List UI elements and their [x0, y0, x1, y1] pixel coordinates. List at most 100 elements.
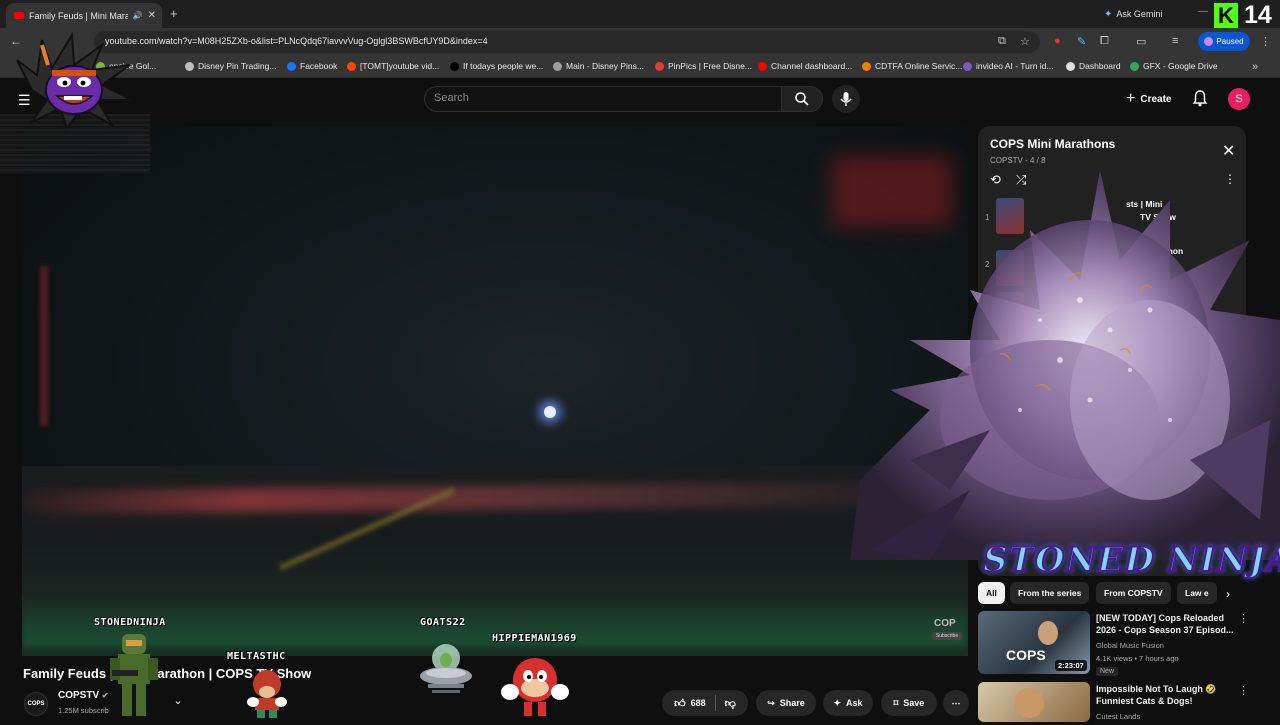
thumbs-down-icon[interactable]: 👎︎	[725, 697, 736, 710]
sprite-name: STONEDNINJA	[94, 617, 166, 628]
youtube-favicon-icon	[14, 12, 24, 19]
bookmark-favicon-icon	[963, 61, 972, 71]
new-badge: New	[1096, 667, 1119, 676]
playlist-close-icon[interactable]: ✕	[1222, 141, 1235, 161]
bookmark-item[interactable]: invideo AI - Turn id...	[963, 61, 1053, 71]
bookmark-favicon-icon	[450, 61, 459, 71]
cannabis-bud-overlay	[850, 160, 1280, 565]
media-controls-icon[interactable]: ≡	[1172, 35, 1178, 47]
browser-menu-icon[interactable]: ⋮	[1260, 35, 1271, 48]
knuckles-sprite	[245, 664, 289, 725]
voice-search-button[interactable]	[832, 85, 860, 113]
chevron-down-icon[interactable]: ⌄	[168, 694, 188, 712]
ask-gemini-button[interactable]: ✦ Ask Gemini	[1104, 6, 1162, 22]
notifications-bell-icon[interactable]	[1192, 89, 1208, 112]
browser-tab-active[interactable]: Family Feuds | Mini Marath 🔊 ✕	[6, 3, 162, 28]
recommendation-chips: All From the series From COPSTV Law e	[978, 582, 1242, 604]
sprite-name: GOATS22	[420, 617, 466, 628]
bookmark-label: invideo AI - Turn id...	[976, 61, 1054, 71]
extensions-puzzle-icon[interactable]: ⧠	[1100, 35, 1109, 48]
bookmark-item[interactable]: PinPics | Free Disne...	[655, 61, 752, 71]
share-icon: ↪	[767, 697, 775, 708]
video-player[interactable]: COP Subscribe	[22, 126, 968, 656]
tab-title: Family Feuds | Mini Marath	[29, 10, 128, 21]
chip-from-copstv[interactable]: From COPSTV	[1096, 582, 1171, 604]
like-button[interactable]: 👍︎ 688	[674, 697, 706, 710]
recommendation-more-icon[interactable]: ⋮	[1238, 684, 1249, 697]
chevron-right-icon[interactable]: ›	[1226, 587, 1230, 601]
bookmark-label: Main - Disney Pins...	[566, 61, 644, 71]
bookmark-star-icon[interactable]: ☆	[1020, 35, 1030, 48]
new-tab-button[interactable]: +	[170, 6, 178, 21]
bookmark-item[interactable]: [TOMT]youtube vid...	[347, 61, 439, 71]
ask-button[interactable]: ✦ Ask	[823, 690, 873, 716]
ufo-sprite	[418, 640, 474, 705]
search-placeholder: Search	[434, 92, 469, 104]
speaker-icon[interactable]: 🔊	[133, 11, 143, 20]
channel-name[interactable]: COPSTV ✔	[58, 690, 109, 701]
address-url[interactable]: youtube.com/watch?v=M08H25ZXb-o&list=PLN…	[105, 36, 488, 46]
split-view-icon[interactable]: ▭	[1136, 35, 1146, 48]
sprite-name: HIPPIEMAN1969	[492, 633, 577, 644]
recommendation-more-icon[interactable]: ⋮	[1238, 612, 1249, 625]
bookmark-favicon-icon	[1130, 61, 1139, 71]
video-left-pole	[40, 266, 48, 426]
bookmark-item[interactable]: Channel dashboard...	[758, 61, 852, 71]
share-label: Share	[779, 698, 805, 708]
bookmark-item[interactable]: Facebook	[287, 61, 337, 71]
bookmark-item[interactable]: Disney Pin Trading...	[185, 61, 276, 71]
extension-blue-icon[interactable]: ✎	[1077, 35, 1086, 48]
chip-law[interactable]: Law e	[1177, 582, 1217, 604]
paused-label: Paused	[1216, 37, 1244, 46]
account-avatar[interactable]: S	[1228, 88, 1250, 110]
save-label: Save	[903, 698, 925, 708]
watermark-subscribe[interactable]: Subscribe	[932, 632, 962, 640]
share-button[interactable]: ↪ Share	[756, 690, 816, 716]
profile-paused-button[interactable]: Paused	[1198, 32, 1250, 51]
save-button[interactable]: ⌑ Save	[881, 690, 937, 716]
extension-red-icon[interactable]: ●	[1054, 35, 1061, 47]
stoned-ninja-banner: STONED NINJA	[982, 539, 1280, 581]
bookmark-item[interactable]: GFX - Google Drive	[1130, 61, 1218, 71]
create-label: Create	[1140, 93, 1172, 105]
bookmark-item[interactable]: Main - Disney Pins...	[553, 61, 644, 71]
create-button[interactable]: + Create	[1118, 86, 1178, 112]
subscriber-count: 1.25M subscrib	[58, 706, 109, 715]
bookmarks-overflow-icon[interactable]: »	[1252, 61, 1258, 73]
bookmark-icon: ⌑	[893, 697, 899, 708]
channel-avatar[interactable]: COPS	[24, 692, 48, 716]
minimize-icon[interactable]: —	[1198, 6, 1208, 17]
search-input[interactable]	[424, 86, 782, 112]
bookmark-label: PinPics | Free Disne...	[668, 61, 752, 71]
plus-icon: +	[1126, 90, 1136, 107]
recommendation-channel[interactable]: Global Music Fusion	[1096, 641, 1164, 650]
ask-label: Ask	[846, 698, 863, 708]
bookmark-label: Channel dashboard...	[771, 61, 853, 71]
install-app-icon[interactable]: ⧉	[998, 35, 1006, 48]
knuckles-meme-sprite	[500, 652, 570, 725]
bookmark-label: If todays people we...	[463, 61, 544, 71]
search-icon	[795, 92, 809, 106]
bookmark-item[interactable]: Dashboard	[1066, 61, 1121, 71]
bookmark-label: Dashboard	[1079, 61, 1121, 71]
playlist-title[interactable]: COPS Mini Marathons	[990, 137, 1115, 151]
bookmark-label: GFX - Google Drive	[1143, 61, 1218, 71]
halo-sprite	[108, 630, 160, 725]
thumbnail-cops-text: COPS	[1006, 647, 1046, 663]
recommendation-thumbnail[interactable]	[978, 682, 1090, 722]
chip-all[interactable]: All	[978, 582, 1005, 604]
recommendation-title[interactable]: Impossible Not To Laugh 🤣 Funniest Cats …	[1096, 683, 1236, 707]
channel-name-text[interactable]: COPSTV	[58, 690, 99, 701]
thumbnail-dog	[1014, 688, 1044, 718]
recommendation-title[interactable]: [NEW TODAY] Cops Reloaded 2026 - Cops Se…	[1096, 612, 1236, 636]
ask-gemini-label: Ask Gemini	[1116, 9, 1163, 19]
bookmark-item[interactable]: If todays people we...	[450, 61, 543, 71]
tab-close-icon[interactable]: ✕	[148, 10, 156, 21]
more-actions-button[interactable]: ⋯	[943, 690, 969, 716]
microphone-icon	[840, 92, 852, 106]
browser-tab-bar	[0, 0, 1280, 28]
search-button[interactable]	[781, 86, 823, 112]
bookmark-item[interactable]: CDTFA Online Servic...	[862, 61, 962, 71]
channel-watermark[interactable]: COP	[934, 618, 956, 629]
chip-from-series[interactable]: From the series	[1010, 582, 1090, 604]
